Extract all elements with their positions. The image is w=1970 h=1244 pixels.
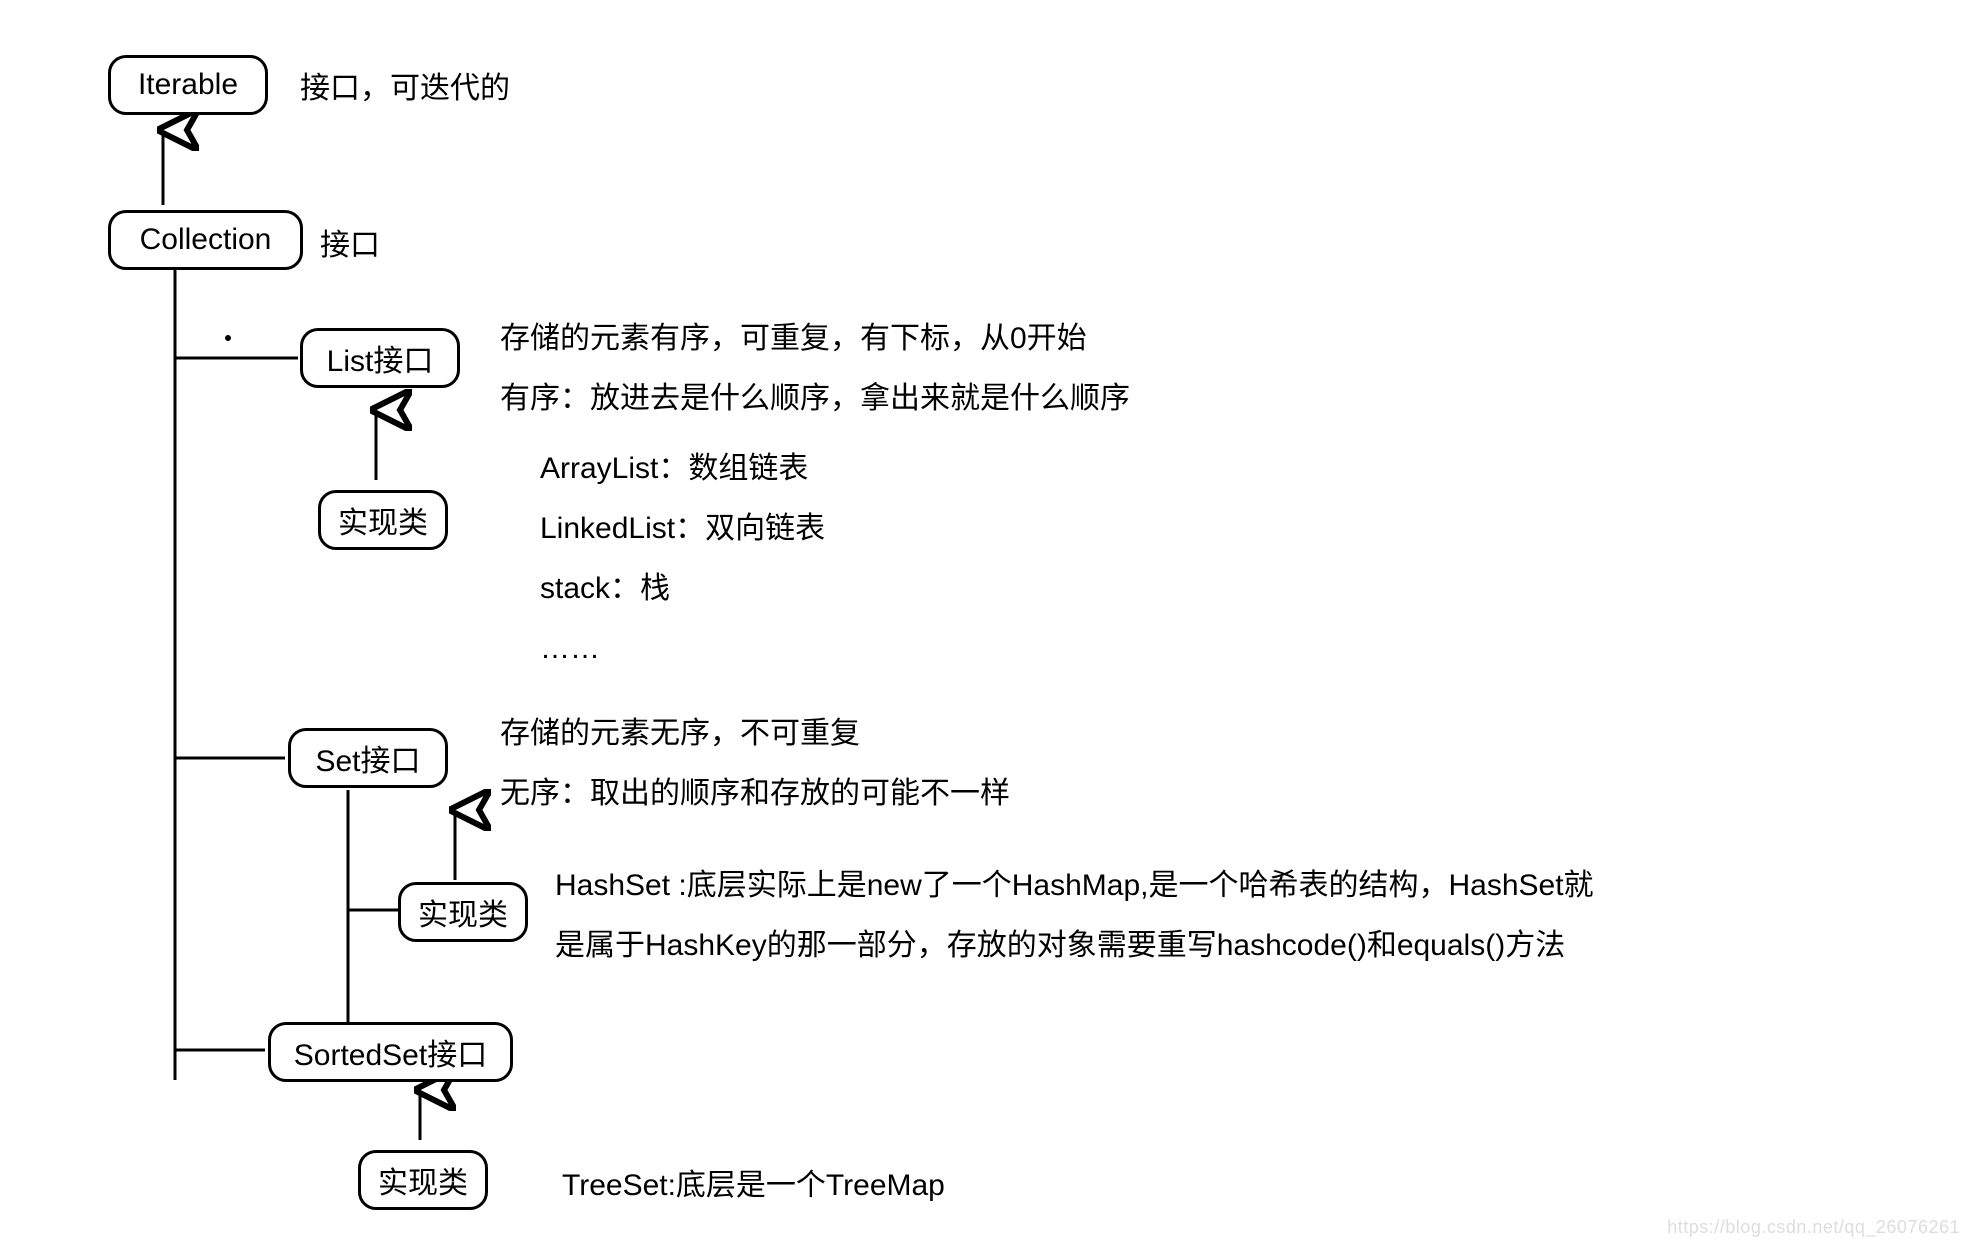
iterable-description: 接口，可迭代的	[300, 65, 510, 113]
node-set-label: Set接口	[315, 736, 420, 780]
collection-description: 接口	[320, 222, 380, 270]
node-sortedset: SortedSet接口	[268, 1022, 513, 1082]
diagram-canvas: Iterable 接口，可迭代的 Collection 接口 List接口 存储…	[0, 0, 1970, 1244]
node-list-label: List接口	[327, 336, 434, 380]
node-set-impl-label: 实现类	[418, 890, 508, 934]
node-sortedset-label: SortedSet接口	[294, 1030, 487, 1074]
node-set-impl: 实现类	[398, 882, 528, 942]
list-impl-linkedlist: LinkedList：双向链表	[540, 505, 825, 553]
list-description-2: 有序：放进去是什么顺序，拿出来就是什么顺序	[500, 375, 1130, 423]
node-iterable: Iterable	[108, 55, 268, 115]
node-list-impl-label: 实现类	[338, 498, 428, 542]
list-impl-arraylist: ArrayList：数组链表	[540, 445, 808, 493]
node-sortedset-impl-label: 实现类	[378, 1158, 468, 1202]
node-sortedset-impl: 实现类	[358, 1150, 488, 1210]
list-impl-stack: stack：栈	[540, 565, 670, 613]
node-set: Set接口	[288, 728, 448, 788]
node-iterable-label: Iterable	[138, 68, 238, 102]
node-collection: Collection	[108, 210, 303, 270]
node-collection-label: Collection	[140, 223, 272, 257]
watermark: https://blog.csdn.net/qq_26076261	[1667, 1217, 1960, 1238]
set-impl-hashset-2: 是属于HashKey的那一部分，存放的对象需要重写hashcode()和equa…	[555, 922, 1565, 970]
list-description-1: 存储的元素有序，可重复，有下标，从0开始	[500, 315, 1087, 363]
set-description-1: 存储的元素无序，不可重复	[500, 710, 860, 758]
list-impl-more: ……	[540, 625, 600, 673]
set-description-2: 无序：取出的顺序和存放的可能不一样	[500, 770, 1010, 818]
set-impl-hashset-1: HashSet :底层实际上是new了一个HashMap,是一个哈希表的结构，H…	[555, 862, 1594, 910]
node-list-impl: 实现类	[318, 490, 448, 550]
sortedset-impl-treeset: TreeSet:底层是一个TreeMap	[562, 1162, 945, 1210]
node-list: List接口	[300, 328, 460, 388]
